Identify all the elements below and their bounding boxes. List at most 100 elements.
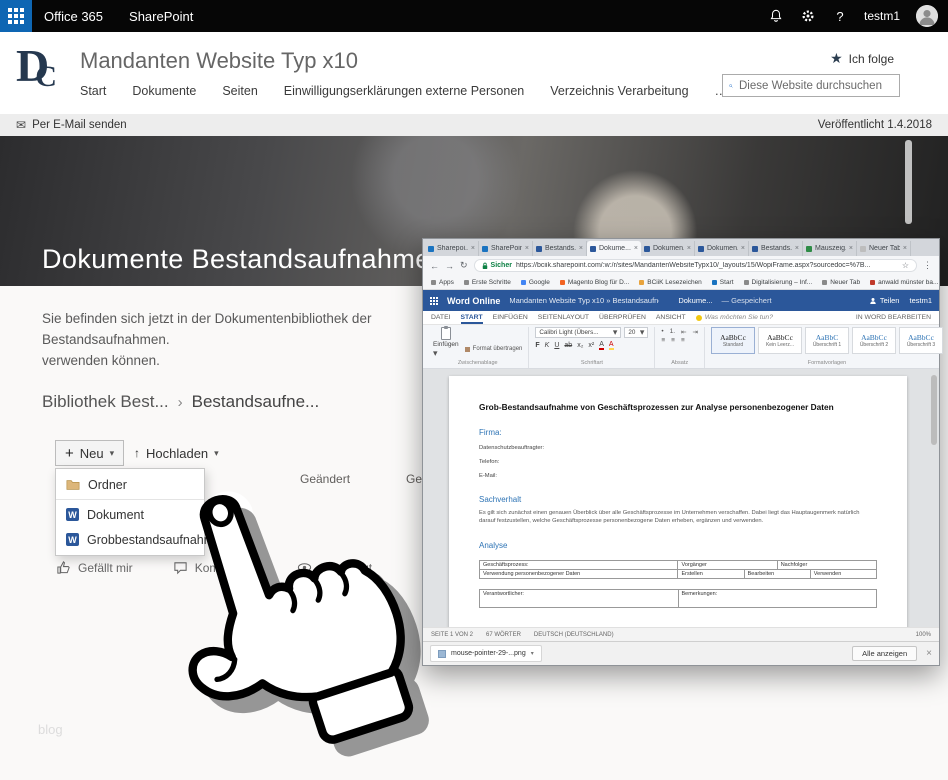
tab-close-icon[interactable]: × (903, 245, 907, 252)
ribbon-tab-datei[interactable]: DATEI (431, 311, 451, 324)
help-icon[interactable]: ? (832, 8, 848, 24)
bookmark-star-icon[interactable]: ☆ (902, 261, 909, 270)
ribbon-tab-seitenlayout[interactable]: SEITENLAYOUT (538, 311, 589, 324)
tab-close-icon[interactable]: × (525, 245, 529, 252)
subscript-button[interactable]: x₂ (577, 342, 583, 349)
align-left-button[interactable]: ≡ (661, 337, 665, 344)
font-name-select[interactable]: Calibri Light (Übers... ▾ (535, 327, 622, 338)
nav-dokumente[interactable]: Dokumente (132, 84, 196, 98)
office-365-brand[interactable]: Office 365 (44, 9, 103, 24)
zoom-level[interactable]: 100% (916, 632, 931, 638)
column-header-modified[interactable]: Geändert (300, 472, 350, 486)
italic-button[interactable]: K (545, 342, 550, 349)
share-button[interactable]: Teilen (869, 296, 899, 305)
style-ueberschrift-2[interactable]: AaBbCc Überschrift 2 (851, 327, 896, 354)
tab-close-icon[interactable]: × (849, 245, 853, 252)
nav-start[interactable]: Start (80, 84, 106, 98)
bookmark-bciik[interactable]: BCiiK Lesezeichen (639, 279, 702, 286)
browser-tab[interactable]: Bestands...× (533, 241, 587, 256)
align-right-button[interactable]: ≡ (681, 337, 685, 344)
close-icon[interactable]: × (926, 648, 932, 659)
ribbon-tab-start[interactable]: START (461, 311, 483, 324)
numbered-list-button[interactable]: 1. (670, 328, 675, 336)
new-button[interactable]: + Neu ▾ (55, 440, 125, 466)
bullet-list-button[interactable]: • (661, 328, 663, 336)
tab-close-icon[interactable]: × (579, 245, 583, 252)
bell-icon[interactable] (768, 8, 784, 24)
status-word-count[interactable]: 67 WÖRTER (486, 632, 521, 638)
indent-button[interactable]: ⇥ (693, 328, 698, 336)
browser-tab-active[interactable]: Dokume... × (587, 241, 641, 256)
show-all-downloads-button[interactable]: Alle anzeigen (852, 646, 918, 661)
suite-user-name[interactable]: testm1 (864, 9, 900, 23)
nav-verzeichnis-verarbeitung[interactable]: Verzeichnis Verarbeitung (550, 84, 688, 98)
ribbon-tab-ueberpruefen[interactable]: ÜBERPRÜFEN (599, 311, 646, 324)
strikethrough-button[interactable]: ab (564, 342, 572, 349)
bookmark-start[interactable]: Start (711, 279, 734, 286)
tell-me-box[interactable]: Was möchten Sie tun? (695, 314, 773, 321)
upload-button[interactable]: ↑ Hochladen ▾ (128, 440, 225, 466)
browser-tab[interactable]: SharePoint× (479, 241, 533, 256)
app-launcher-icon[interactable] (430, 296, 438, 305)
tab-close-icon[interactable]: × (795, 245, 799, 252)
word-page[interactable]: Grob-Bestandsaufnahme von Geschäftsproze… (449, 376, 907, 627)
menu-item-ordner[interactable]: Ordner (56, 472, 204, 497)
site-logo[interactable]: D C (16, 40, 57, 94)
bold-button[interactable]: F (535, 342, 539, 349)
nav-einwilligungserklaerungen[interactable]: Einwilligungserklärungen externe Persone… (284, 84, 524, 98)
underline-button[interactable]: U (554, 342, 559, 349)
search-input[interactable] (739, 79, 893, 92)
tab-close-icon[interactable]: × (471, 245, 475, 252)
word-doc-name[interactable]: Dokume... (678, 296, 712, 305)
browser-menu-icon[interactable]: ⋮ (923, 260, 932, 271)
sharepoint-label[interactable]: SharePoint (129, 9, 193, 24)
ribbon-tab-ansicht[interactable]: ANSICHT (656, 311, 686, 324)
menu-item-grobbestandsaufnahme[interactable]: W Grobbestandsaufnahme-v1 (56, 527, 238, 552)
page-scrollbar[interactable] (905, 140, 912, 224)
browser-tab[interactable]: Dokumen...× (641, 241, 695, 256)
bookmark-anwald[interactable]: anwald münster ba... (870, 279, 938, 286)
browser-tab[interactable]: Mauszeig...× (803, 241, 857, 256)
font-size-select[interactable]: 20 ▾ (624, 327, 649, 338)
like-button[interactable]: Gefällt mir (56, 560, 133, 575)
back-icon[interactable]: ← (430, 261, 439, 271)
gear-icon[interactable] (800, 8, 816, 24)
status-page-count[interactable]: SEITE 1 VON 2 (431, 632, 473, 638)
browser-tab[interactable]: Sharepoi... × (425, 241, 479, 256)
browser-tab[interactable]: Dokumen...× (695, 241, 749, 256)
tab-close-icon[interactable]: × (634, 245, 638, 252)
word-online-label[interactable]: Word Online (447, 296, 500, 306)
format-painter-button[interactable]: Format übertragen (464, 339, 522, 359)
style-ueberschrift-1[interactable]: AaBbC Überschrift 1 (804, 327, 849, 354)
style-ueberschrift-3[interactable]: AaBbCc Überschrift 3 (898, 327, 943, 354)
outdent-button[interactable]: ⇤ (681, 328, 686, 336)
status-language[interactable]: DEUTSCH (DEUTSCHLAND) (534, 632, 614, 638)
browser-tab[interactable]: Bestands...× (749, 241, 803, 256)
bookmark-neuer-tab[interactable]: Neuer Tab (822, 279, 860, 286)
ribbon-tab-einfuegen[interactable]: EINFÜGEN (493, 311, 528, 324)
bookmark-magento[interactable]: Magento Blog für D... (559, 279, 629, 286)
breadcrumb-folder[interactable]: Bestandsaufne... (192, 392, 320, 412)
browser-tab[interactable]: Neuer Tab × (857, 241, 911, 256)
bookmark-digitalisierung[interactable]: Digitalisierung – Inf... (743, 279, 812, 286)
send-email-button[interactable]: ✉ Per E-Mail senden (16, 118, 127, 132)
download-item[interactable]: mouse-pointer-29-...png ▾ (430, 645, 542, 662)
app-launcher-icon[interactable] (0, 0, 32, 32)
paste-button[interactable]: Einfügen ▾ (433, 326, 459, 359)
bookmark-google[interactable]: Google (520, 279, 550, 286)
style-standard[interactable]: AaBbCc Standard (710, 327, 755, 354)
word-site-breadcrumb[interactable]: Mandanten Website Typ x10 » Bestandsaufn… (509, 296, 659, 305)
align-center-button[interactable]: ≡ (671, 337, 675, 344)
style-kein-leerzeichen[interactable]: AaBbCc Kein Leerz... (757, 327, 802, 354)
bookmark-apps[interactable]: Apps (431, 279, 454, 286)
menu-item-dokument[interactable]: W Dokument (56, 502, 204, 527)
superscript-button[interactable]: x² (588, 342, 594, 349)
reload-icon[interactable]: ↻ (460, 260, 468, 271)
tab-close-icon[interactable]: × (741, 245, 745, 252)
avatar[interactable] (916, 5, 938, 27)
follow-button[interactable]: ★ Ich folge (830, 50, 894, 67)
word-user-name[interactable]: testm1 (909, 296, 932, 305)
edit-in-word-button[interactable]: IN WORD BEARBEITEN (856, 314, 931, 321)
bookmark-erste-schritte[interactable]: Erste Schritte (463, 279, 511, 286)
nav-seiten[interactable]: Seiten (222, 84, 257, 98)
